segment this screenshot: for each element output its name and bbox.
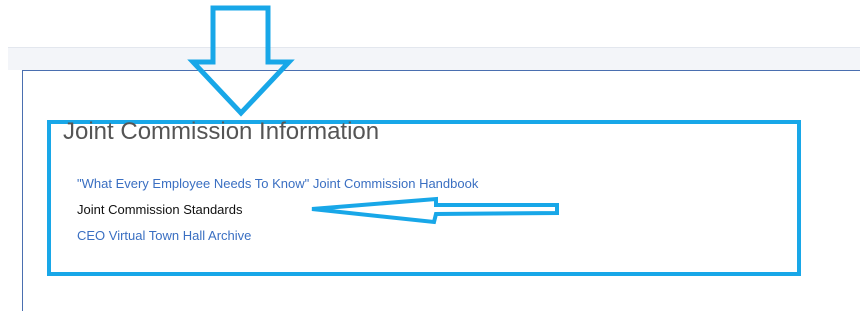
handbook-link[interactable]: "What Every Employee Needs To Know" Join… [77, 176, 478, 191]
page-header-band [8, 47, 860, 70]
section-title: Joint Commission Information [63, 118, 380, 145]
standards-link[interactable]: Joint Commission Standards [77, 202, 242, 217]
town-hall-archive-link[interactable]: CEO Virtual Town Hall Archive [77, 228, 251, 243]
